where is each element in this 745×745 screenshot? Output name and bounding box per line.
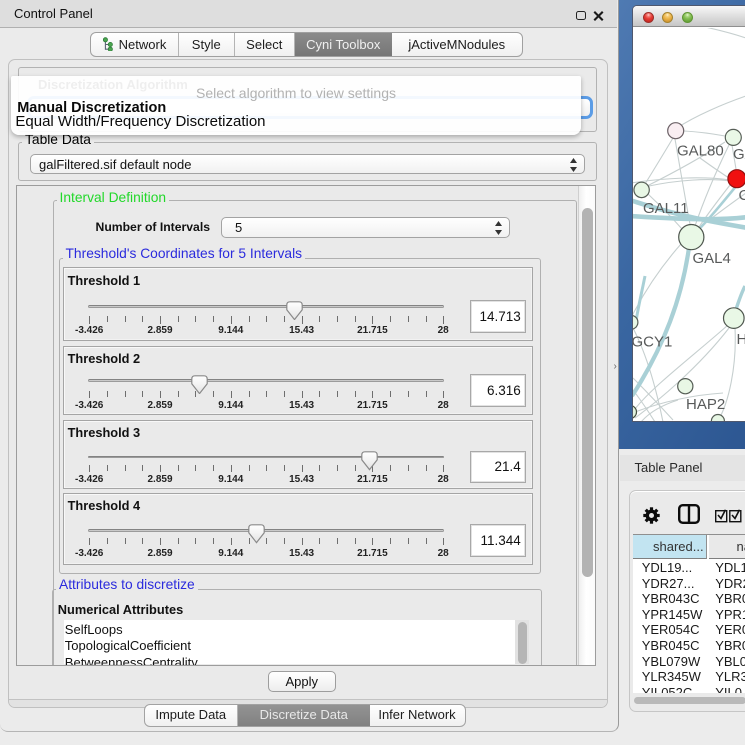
svg-text:GA: GA: [733, 146, 745, 163]
svg-text:H: H: [736, 331, 745, 348]
svg-text:GAL11: GAL11: [643, 200, 689, 217]
svg-text:GAL80: GAL80: [677, 142, 724, 159]
svg-text:GAL4: GAL4: [692, 250, 730, 267]
svg-text:GCY1: GCY1: [633, 333, 672, 350]
svg-text:C: C: [738, 187, 745, 204]
svg-text:HAP2: HAP2: [686, 396, 725, 413]
